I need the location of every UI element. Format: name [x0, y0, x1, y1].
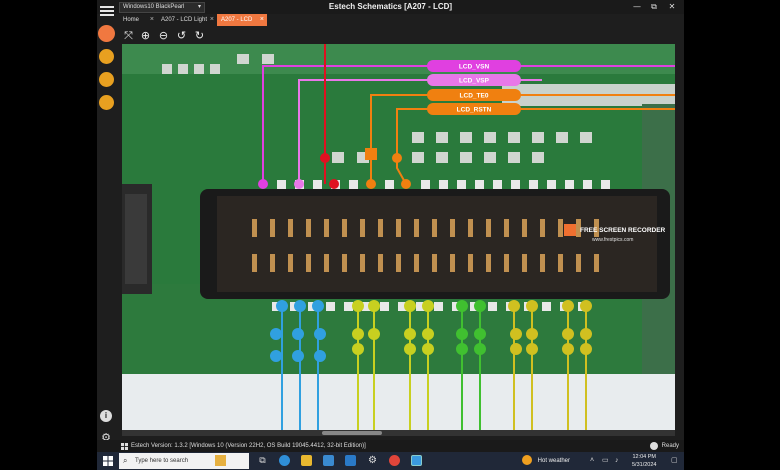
settings-gear-icon[interactable]: ⚙ [367, 455, 378, 466]
mail-icon[interactable] [345, 455, 356, 466]
search-placeholder: Type here to search [135, 458, 189, 464]
tab-home[interactable]: Home × [119, 14, 157, 26]
notification-icon[interactable]: ▢ [671, 457, 679, 465]
chevron-up-icon[interactable]: ˄ [590, 457, 598, 465]
store-icon[interactable] [323, 455, 334, 466]
search-highlight-icon [215, 455, 226, 466]
weather-widget[interactable]: Hot weather [522, 452, 570, 470]
info-icon[interactable]: i [100, 410, 112, 422]
tab-label: A207 - LCD Light [161, 17, 208, 23]
task-view-icon[interactable]: ⧉ [257, 455, 268, 466]
windows-taskbar: ⌕ Type here to search ⧉ ⚙ Hot weather ˄ … [97, 452, 684, 470]
profile-dropdown[interactable]: Windows10 BlackPearl ▾ [119, 2, 205, 13]
schematic-canvas[interactable]: LCD_VSN LCD_VSP LCD_TE0 LCD_RSTN FREE SC… [122, 44, 675, 436]
system-clock[interactable]: 12:04 PM 5/31/2024 [632, 453, 656, 469]
ready-status-icon [650, 442, 658, 450]
undo-icon[interactable]: ↺ [175, 29, 188, 42]
tab-a207-lcd-light[interactable]: A207 - LCD Light × [157, 14, 217, 26]
left-sidebar: i ⚙ [97, 22, 115, 444]
clock-time: 12:04 PM [632, 454, 656, 460]
tab-label: Home [123, 17, 140, 23]
sun-icon [522, 455, 532, 466]
close-tab-icon[interactable]: × [210, 14, 214, 26]
pin-icon[interactable] [99, 49, 114, 64]
network-icon[interactable]: ▭ [602, 457, 610, 465]
search-icon: ⌕ [123, 456, 128, 465]
close-tab-icon[interactable]: × [260, 14, 264, 26]
recorder-logo-icon [564, 224, 576, 236]
grid-icon[interactable] [99, 72, 114, 87]
profile-dropdown-value: Windows10 BlackPearl [123, 4, 185, 10]
redo-icon[interactable]: ↻ [193, 29, 206, 42]
file-explorer-icon[interactable] [301, 455, 312, 466]
version-info: Estech Version: 1.3.2 [Windows 10 (Versi… [131, 443, 366, 449]
fit-screen-icon[interactable]: ⤧ [122, 29, 135, 42]
windows-logo-icon [121, 443, 128, 450]
close-button[interactable]: ✕ [664, 1, 680, 13]
weather-text: Hot weather [537, 458, 571, 464]
pcb-view-icon[interactable] [99, 26, 114, 41]
close-tab-icon[interactable]: × [150, 14, 154, 26]
clock-date: 5/31/2024 [632, 462, 657, 468]
chevron-down-icon: ▾ [197, 4, 201, 10]
ready-status: Ready [661, 443, 679, 449]
edge-icon[interactable] [279, 455, 290, 466]
maximize-button[interactable]: ⧉ [646, 1, 662, 13]
net-label-lcd-te0[interactable]: LCD_TE0 [460, 93, 489, 100]
settings-icon[interactable] [99, 95, 114, 110]
taskbar-search-input[interactable]: ⌕ Type here to search [119, 453, 249, 469]
menu-icon[interactable] [100, 4, 114, 18]
net-label-lcd-vsp[interactable]: LCD_VSP [459, 78, 490, 85]
tab-label: A207 - LCD [221, 17, 253, 23]
watermark-url: www.frestpics.com [592, 237, 633, 243]
tab-bar: Home × A207 - LCD Light × A207 - LCD × [119, 14, 679, 26]
net-label-lcd-vsn[interactable]: LCD_VSN [459, 64, 490, 71]
estech-app-icon[interactable] [411, 455, 422, 466]
net-label-lcd-rstn[interactable]: LCD_RSTN [457, 107, 492, 114]
status-bar: Estech Version: 1.3.2 [Windows 10 (Versi… [97, 440, 684, 452]
zoom-in-icon[interactable]: ⊕ [139, 29, 152, 42]
zoom-out-icon[interactable]: ⊖ [157, 29, 170, 42]
minimize-button[interactable]: — [629, 1, 645, 13]
board-image: LCD_VSN LCD_VSP LCD_TE0 LCD_RSTN FREE SC… [122, 44, 675, 436]
volume-icon[interactable]: ♪ [615, 457, 623, 465]
chrome-icon[interactable] [389, 455, 400, 466]
toolbar: ⤧ ⊕ ⊖ ↺ ↻ [119, 26, 679, 44]
watermark-title: FREE SCREEN RECORDER [580, 227, 666, 234]
app-window: Estech Schematics [A207 - LCD] — ⧉ ✕ Win… [97, 0, 684, 470]
scrollbar-thumb[interactable] [322, 431, 382, 435]
horizontal-scrollbar[interactable] [122, 430, 675, 436]
tab-a207-lcd[interactable]: A207 - LCD × [217, 14, 267, 26]
start-button[interactable] [103, 456, 113, 466]
